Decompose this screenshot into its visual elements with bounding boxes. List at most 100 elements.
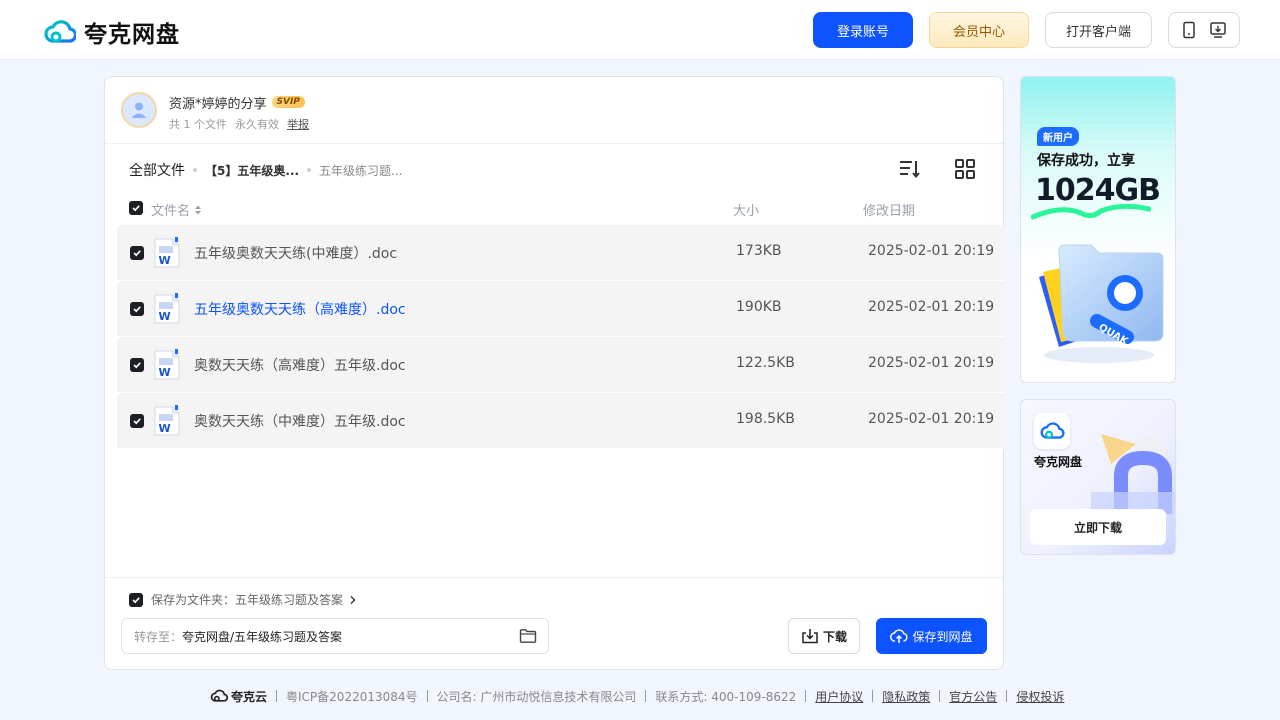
- table-row[interactable]: W 奥数天天练（中难度）五年级.doc 198.5KB 2025-02-01 2…: [117, 393, 1004, 449]
- user-icon: [131, 102, 147, 118]
- open-client-button[interactable]: 打开客户端: [1045, 12, 1152, 48]
- footer-icp: 粤ICP备2022013084号: [286, 689, 418, 704]
- swoosh-decoration: [1031, 203, 1151, 220]
- promo-banner-app-download[interactable]: 夸克网盘 立即下载: [1020, 399, 1176, 555]
- file-date: 2025-02-01 20:19: [868, 355, 995, 371]
- file-name[interactable]: 五年级奥数天天练(中难度）.doc: [194, 243, 397, 263]
- column-name-label: 文件名: [151, 204, 191, 219]
- top-header: 夸克网盘 登录账号 会员中心 打开客户端: [0, 0, 1280, 60]
- destination-path: 夸克网盘/五年级练习题及答案: [182, 629, 343, 644]
- file-size: 198.5KB: [736, 411, 795, 427]
- row-checkbox[interactable]: [130, 358, 144, 372]
- breadcrumb-all-files[interactable]: 全部文件: [129, 160, 185, 180]
- save-label: 保存到网盘: [912, 629, 973, 644]
- divider: [105, 577, 1003, 578]
- svg-text:W: W: [159, 254, 171, 267]
- column-date[interactable]: 修改日期: [863, 200, 915, 219]
- row-checkbox[interactable]: [130, 302, 144, 316]
- table-row[interactable]: W 五年级奥数天天练（高难度）.doc 190KB 2025-02-01 20:…: [117, 281, 1004, 337]
- column-name[interactable]: 文件名: [151, 200, 202, 219]
- footer-link-privacy[interactable]: 隐私政策: [882, 688, 930, 705]
- select-all-checkbox[interactable]: [129, 201, 143, 215]
- logo-text: 夸克网盘: [84, 22, 180, 48]
- vip-center-button[interactable]: 会员中心: [929, 12, 1029, 48]
- word-doc-icon: W: [154, 405, 180, 436]
- sharer-name: 资源*婷婷的分享: [169, 96, 267, 112]
- download-button[interactable]: 下载: [788, 618, 860, 654]
- check-icon: [133, 418, 141, 425]
- avatar: [121, 92, 157, 128]
- app-illustration: [1091, 434, 1175, 514]
- footer-separator: [805, 690, 807, 702]
- word-doc-icon: W: [154, 349, 180, 380]
- word-doc-icon: W: [154, 293, 180, 324]
- share-panel: 资源*婷婷的分享 SVIP 共 1 个文件 永久有效 举报 全部文件 【5】五年…: [104, 76, 1004, 670]
- cloud-logo-icon: [1040, 422, 1065, 439]
- footer-separator: [939, 690, 941, 702]
- footer-company: 公司名: 广州市动悦信息技术有限公司: [436, 689, 637, 704]
- check-icon: [133, 250, 141, 257]
- folder-illustration: QUAK: [1039, 244, 1164, 363]
- breadcrumb-separator: [307, 168, 312, 172]
- file-date: 2025-02-01 20:19: [868, 411, 995, 427]
- footer-link-infringement[interactable]: 侵权投诉: [1016, 688, 1064, 705]
- download-label: 下载: [822, 629, 847, 644]
- file-name[interactable]: 奥数天天练（中难度）五年级.doc: [194, 411, 406, 431]
- footer-brand: 夸克云: [231, 689, 268, 704]
- save-to-drive-button[interactable]: 保存到网盘: [876, 618, 987, 654]
- sharer-info: 资源*婷婷的分享 SVIP 共 1 个文件 永久有效 举报: [121, 92, 309, 132]
- file-name[interactable]: 五年级奥数天天练（高难度）.doc: [194, 299, 406, 319]
- file-name[interactable]: 奥数天天练（高难度）五年级.doc: [194, 355, 406, 375]
- destination-path-field[interactable]: 转存至： 夸克网盘/五年级练习题及答案: [121, 618, 549, 654]
- folder-icon[interactable]: [519, 628, 537, 644]
- table-row[interactable]: W 奥数天天练（高难度）五年级.doc 122.5KB 2025-02-01 2…: [117, 337, 1004, 393]
- quark-logo[interactable]: 夸克网盘: [44, 15, 180, 49]
- svip-badge: SVIP: [271, 96, 305, 108]
- breadcrumb: 全部文件 【5】五年级奥... 五年级练习题...: [129, 160, 402, 180]
- footer-separator: [426, 690, 428, 702]
- footer-link-announcement[interactable]: 官方公告: [949, 688, 997, 705]
- desktop-download-icon[interactable]: [1209, 21, 1227, 39]
- file-count: 共 1 个文件: [169, 118, 227, 131]
- breadcrumb-folder[interactable]: 【5】五年级奥...: [205, 162, 299, 179]
- sort-toggle-icon: [195, 205, 202, 214]
- footer-separator: [276, 690, 278, 702]
- download-now-button[interactable]: 立即下载: [1030, 509, 1166, 545]
- row-checkbox[interactable]: [130, 246, 144, 260]
- chevron-right-icon: [350, 595, 356, 604]
- file-size: 190KB: [736, 299, 782, 315]
- report-link[interactable]: 举报: [287, 116, 309, 132]
- save-as-folder-label: 保存为文件夹：五年级练习题及答案: [151, 593, 344, 607]
- file-size: 173KB: [736, 243, 782, 259]
- cloud-logo-icon: [210, 689, 229, 702]
- save-as-folder-option[interactable]: 保存为文件夹：五年级练习题及答案: [129, 591, 357, 608]
- check-icon: [133, 362, 141, 369]
- table-row[interactable]: W 五年级奥数天天练(中难度）.doc 173KB 2025-02-01 20:…: [117, 225, 1004, 281]
- row-checkbox[interactable]: [130, 414, 144, 428]
- login-button[interactable]: 登录账号: [813, 12, 913, 48]
- footer-separator: [645, 690, 647, 702]
- divider: [105, 143, 1003, 144]
- footer-separator: [872, 690, 874, 702]
- promo-banner-new-user[interactable]: 新用户 保存成功，立享 1024GB QUAK: [1020, 76, 1176, 383]
- new-user-badge: 新用户: [1037, 127, 1079, 146]
- grid-view-icon[interactable]: [953, 157, 977, 181]
- file-list: W 五年级奥数天天练(中难度）.doc 173KB 2025-02-01 20:…: [117, 225, 1004, 449]
- file-size: 122.5KB: [736, 355, 795, 371]
- svg-text:W: W: [159, 366, 171, 379]
- column-size[interactable]: 大小: [733, 200, 759, 219]
- mobile-icon[interactable]: [1181, 21, 1197, 39]
- save-as-folder-checkbox[interactable]: [129, 592, 143, 607]
- app-name: 夸克网盘: [1034, 455, 1083, 469]
- device-buttons: [1168, 12, 1240, 48]
- breadcrumb-separator: [193, 168, 197, 172]
- sort-icon[interactable]: [897, 157, 921, 181]
- check-icon: [132, 596, 140, 603]
- footer-logo: 夸克云: [209, 688, 267, 705]
- file-date: 2025-02-01 20:19: [868, 243, 995, 259]
- svg-text:W: W: [159, 422, 171, 435]
- check-icon: [133, 306, 141, 313]
- cloud-upload-icon: [890, 629, 909, 643]
- footer-separator: [1006, 690, 1008, 702]
- footer-link-user-agreement[interactable]: 用户协议: [815, 688, 863, 705]
